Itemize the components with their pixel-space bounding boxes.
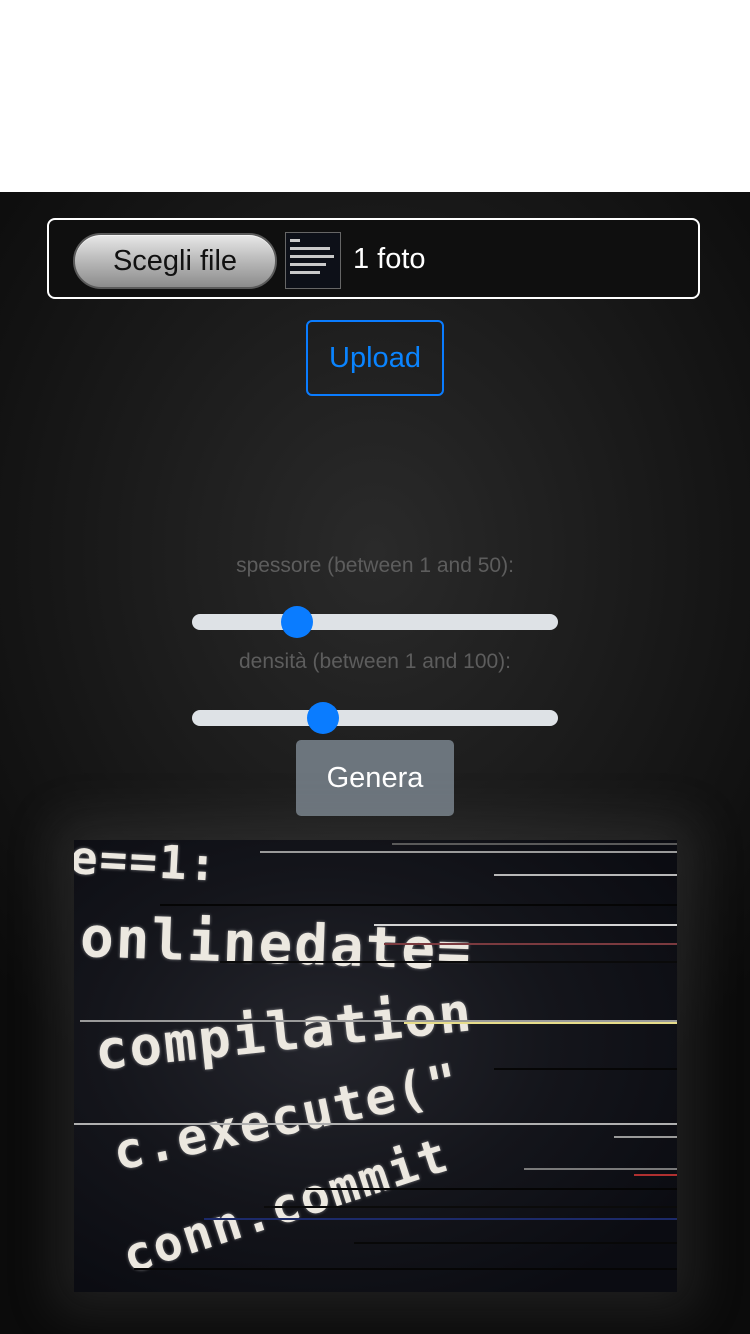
glitch-streak [494, 874, 677, 876]
density-slider-track[interactable] [192, 710, 558, 726]
glitch-streak [494, 1068, 677, 1070]
blank-top-area [0, 0, 750, 192]
generated-image: e==1: onlinedate= compilation c.execute(… [74, 840, 677, 1292]
choose-file-button[interactable]: Scegli file [73, 233, 277, 289]
glitch-streak [614, 1136, 677, 1138]
density-label: densità (between 1 and 100): [238, 650, 512, 673]
density-slider[interactable] [192, 702, 558, 734]
glitch-streak [384, 943, 677, 945]
page-content: Scegli file 1 foto Upload spessore (betw… [0, 192, 750, 1334]
glitch-streak [524, 1168, 677, 1170]
glitch-streak [392, 843, 677, 845]
selected-photo-thumbnail [285, 232, 341, 289]
file-input[interactable]: Scegli file 1 foto [47, 218, 700, 299]
thickness-label: spessore (between 1 and 50): [236, 554, 514, 577]
glitch-streak [160, 904, 677, 906]
glitch-streak [74, 1123, 677, 1125]
glitch-streak [634, 1174, 677, 1176]
generate-button[interactable]: Genera [296, 740, 454, 816]
thickness-slider-thumb[interactable] [280, 606, 313, 638]
glitch-streak [260, 851, 677, 853]
glitch-streak [404, 1022, 677, 1024]
thickness-slider-track[interactable] [192, 614, 558, 630]
density-slider-thumb[interactable] [306, 702, 339, 734]
glitch-streak [134, 1268, 677, 1270]
glitch-streak [204, 1218, 677, 1220]
upload-button[interactable]: Upload [306, 320, 444, 396]
glitch-streak [354, 1242, 677, 1244]
file-count-label: 1 foto [353, 243, 426, 275]
glitch-streak [374, 924, 677, 926]
code-line: e==1: [74, 840, 220, 892]
glitch-streak [264, 1206, 677, 1208]
thickness-slider[interactable] [192, 606, 558, 638]
glitch-streak [306, 1188, 677, 1190]
glitch-streak [220, 961, 677, 963]
